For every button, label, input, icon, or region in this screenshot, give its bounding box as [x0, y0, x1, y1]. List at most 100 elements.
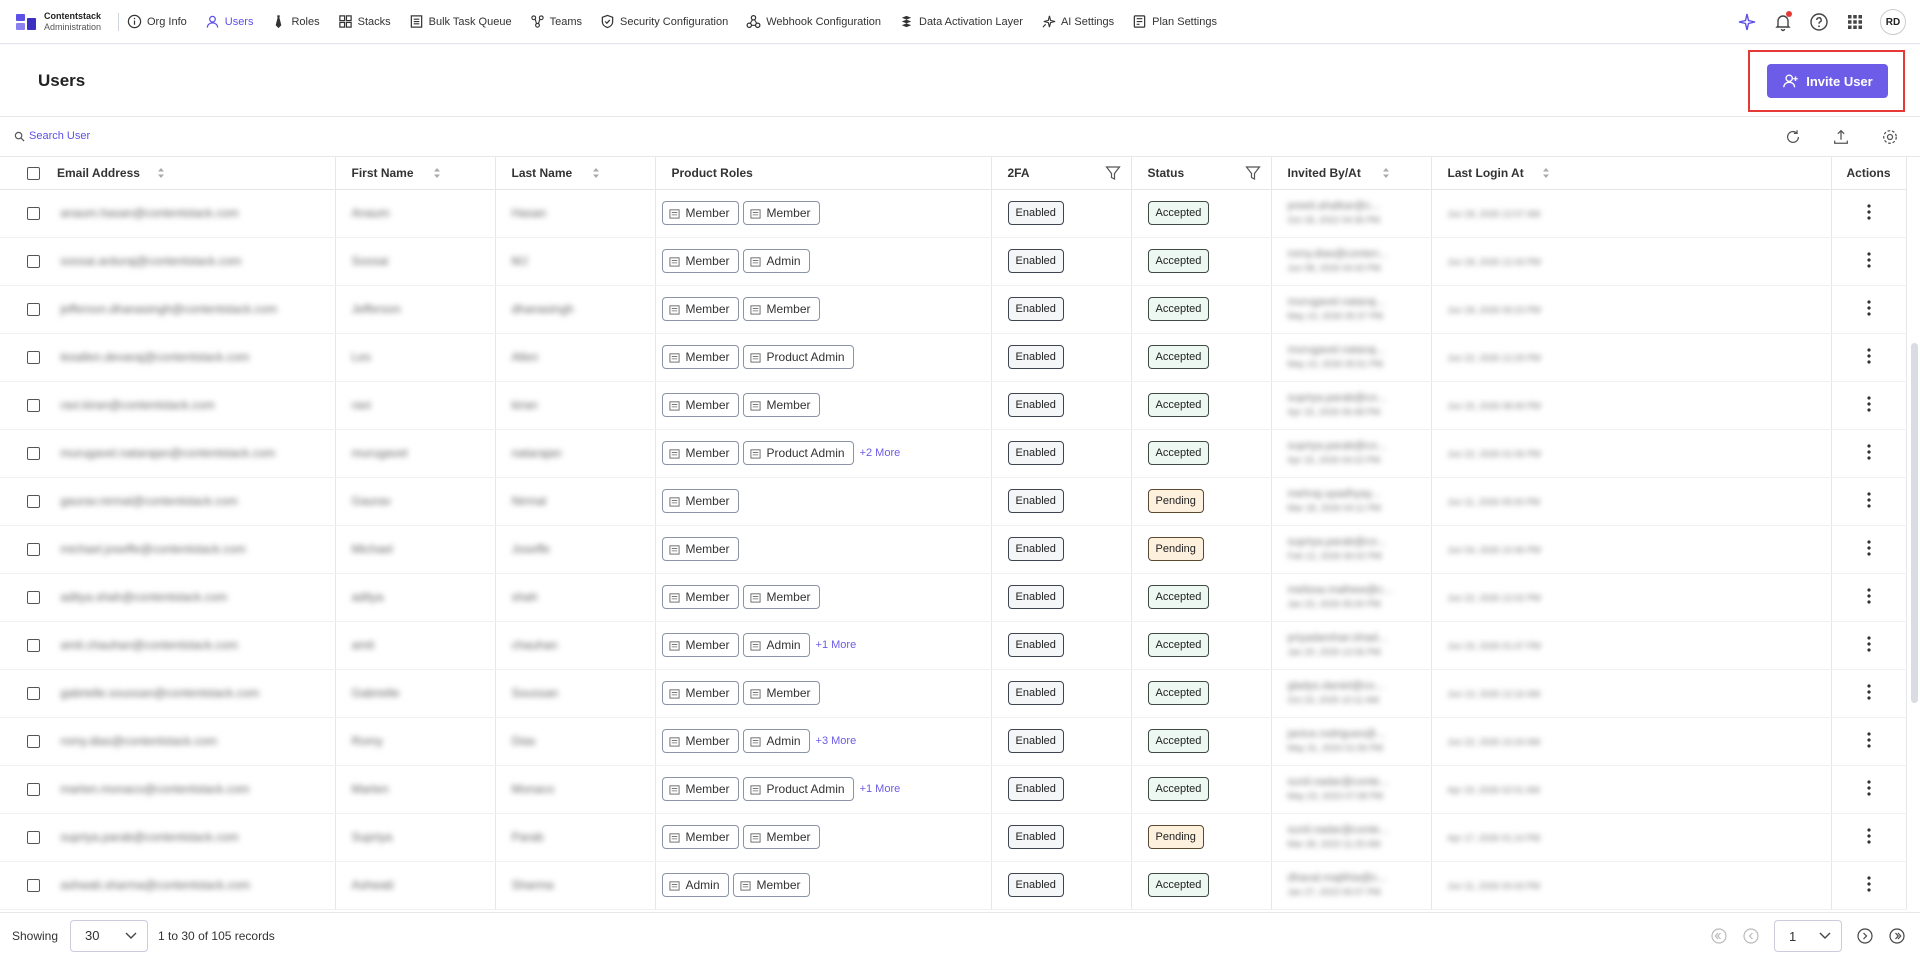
column-last-login[interactable]: Last Login At [1431, 157, 1832, 190]
sort-icon[interactable] [1542, 168, 1550, 178]
column-last-name[interactable]: Last Name [495, 157, 656, 190]
table-row[interactable]: ravi.kiran@contentstack.com ravi kiran M… [0, 381, 1907, 430]
page-number-select[interactable]: 1 [1774, 920, 1842, 952]
table-row[interactable]: gabrielle.soussan@contentstack.com Gabri… [0, 669, 1907, 718]
nav-item-teams[interactable]: Teams [530, 14, 582, 29]
product-role-chip[interactable]: Member [742, 825, 820, 849]
row-actions-button[interactable] [1831, 189, 1907, 238]
more-roles-link[interactable]: +1 More [860, 783, 901, 795]
filter-icon[interactable] [1104, 165, 1121, 181]
table-row[interactable]: ashwati.sharma@contentstack.com Ashwati … [0, 861, 1907, 910]
table-row[interactable]: michael.joseffe@contentstack.com Michael… [0, 525, 1907, 574]
sort-icon[interactable] [1382, 168, 1390, 178]
row-checkbox[interactable] [27, 543, 40, 557]
table-row[interactable]: marten.monaco@contentstack.com Marten Mo… [0, 765, 1907, 814]
row-checkbox[interactable] [27, 639, 40, 653]
row-actions-button[interactable] [1831, 765, 1907, 814]
product-role-chip[interactable]: Member [661, 729, 739, 753]
invite-user-button[interactable]: Invite User [1767, 64, 1888, 98]
nav-item-security-configuration[interactable]: Security Configuration [600, 14, 728, 29]
help-icon[interactable] [1808, 11, 1830, 33]
row-checkbox[interactable] [27, 255, 40, 269]
more-roles-link[interactable]: +3 More [816, 735, 857, 747]
nav-item-bulk-task-queue[interactable]: Bulk Task Queue [409, 14, 512, 29]
product-role-chip[interactable]: Member [742, 681, 820, 705]
refresh-icon[interactable] [1782, 126, 1804, 148]
user-avatar[interactable]: RD [1880, 9, 1906, 35]
column-status[interactable]: Status [1131, 157, 1272, 190]
product-role-chip[interactable]: Member [742, 297, 820, 321]
column-2fa[interactable]: 2FA [991, 157, 1132, 190]
nav-item-webhook-configuration[interactable]: Webhook Configuration [746, 14, 881, 29]
product-role-chip[interactable]: Member [742, 201, 820, 225]
product-role-chip[interactable]: Member [661, 825, 739, 849]
product-role-chip[interactable]: Member [661, 345, 739, 369]
table-row[interactable]: supriya.parab@contentstack.com Supriya P… [0, 813, 1907, 862]
table-row[interactable]: soosai.arduraj@contentstack.com Soosai M… [0, 237, 1907, 286]
product-role-chip[interactable]: Product Admin [742, 345, 854, 369]
product-role-chip[interactable]: Member [661, 441, 739, 465]
product-role-chip[interactable]: Product Admin [742, 441, 854, 465]
nav-item-roles[interactable]: Roles [271, 14, 320, 29]
nav-item-plan-settings[interactable]: Plan Settings [1132, 14, 1217, 29]
product-role-chip[interactable]: Member [661, 777, 739, 801]
row-actions-button[interactable] [1831, 573, 1907, 622]
more-roles-link[interactable]: +1 More [816, 639, 857, 651]
table-row[interactable]: anaum.hasan@contentstack.com Anaum Hasan… [0, 189, 1907, 238]
row-checkbox[interactable] [27, 783, 40, 797]
first-page-icon[interactable] [1710, 927, 1728, 945]
row-checkbox[interactable] [27, 447, 40, 461]
table-row[interactable]: romy.dias@contentstack.com Romy Dias Mem… [0, 717, 1907, 766]
row-checkbox[interactable] [27, 735, 40, 749]
nav-item-data-activation-layer[interactable]: Data Activation Layer [899, 14, 1023, 29]
column-invited-by[interactable]: Invited By/At [1271, 157, 1432, 190]
row-actions-button[interactable] [1831, 669, 1907, 718]
product-role-chip[interactable]: Member [742, 393, 820, 417]
row-checkbox[interactable] [27, 831, 40, 845]
table-row[interactable]: murugavel.natarajan@contentstack.com mur… [0, 429, 1907, 478]
row-checkbox[interactable] [27, 207, 40, 221]
apps-grid-icon[interactable] [1844, 11, 1866, 33]
product-role-chip[interactable]: Member [661, 393, 739, 417]
row-actions-button[interactable] [1831, 333, 1907, 382]
sort-icon[interactable] [592, 168, 600, 178]
ai-sparkle-icon[interactable] [1736, 11, 1758, 33]
more-roles-link[interactable]: +2 More [860, 447, 901, 459]
row-actions-button[interactable] [1831, 525, 1907, 574]
product-role-chip[interactable]: Member [661, 585, 739, 609]
product-role-chip[interactable]: Member [661, 249, 739, 273]
product-role-chip[interactable]: Member [661, 297, 739, 321]
page-size-select[interactable]: 30 [70, 919, 149, 952]
select-all-checkbox[interactable] [27, 167, 40, 180]
row-checkbox[interactable] [27, 687, 40, 701]
sort-icon[interactable] [433, 168, 441, 178]
filter-icon[interactable] [1244, 165, 1261, 181]
row-actions-button[interactable] [1831, 813, 1907, 862]
column-first-name[interactable]: First Name [335, 157, 496, 190]
table-row[interactable]: jefferson.dhanasingh@contentstack.com Je… [0, 285, 1907, 334]
table-scrollbar[interactable] [1911, 343, 1918, 703]
row-checkbox[interactable] [27, 591, 40, 605]
last-page-icon[interactable] [1888, 927, 1906, 945]
row-checkbox[interactable] [27, 495, 40, 509]
row-actions-button[interactable] [1831, 429, 1907, 478]
product-role-chip[interactable]: Admin [661, 873, 729, 897]
row-actions-button[interactable] [1831, 477, 1907, 526]
table-row[interactable]: amit.chauhan@contentstack.com amit chauh… [0, 621, 1907, 670]
row-actions-button[interactable] [1831, 381, 1907, 430]
sort-icon[interactable] [157, 168, 165, 178]
product-role-chip[interactable]: Member [732, 873, 810, 897]
product-role-chip[interactable]: Admin [742, 249, 810, 273]
previous-page-icon[interactable] [1742, 927, 1760, 945]
product-role-chip[interactable]: Member [742, 585, 820, 609]
nav-item-org-info[interactable]: Org Info [127, 14, 187, 29]
column-email[interactable]: Email Address [0, 157, 336, 190]
row-actions-button[interactable] [1831, 861, 1907, 910]
product-role-chip[interactable]: Admin [742, 729, 810, 753]
row-actions-button[interactable] [1831, 621, 1907, 670]
table-row[interactable]: lesallen.devaraj@contentstack.com Les Al… [0, 333, 1907, 382]
row-actions-button[interactable] [1831, 237, 1907, 286]
row-checkbox[interactable] [27, 399, 40, 413]
product-role-chip[interactable]: Member [661, 201, 739, 225]
row-actions-button[interactable] [1831, 285, 1907, 334]
